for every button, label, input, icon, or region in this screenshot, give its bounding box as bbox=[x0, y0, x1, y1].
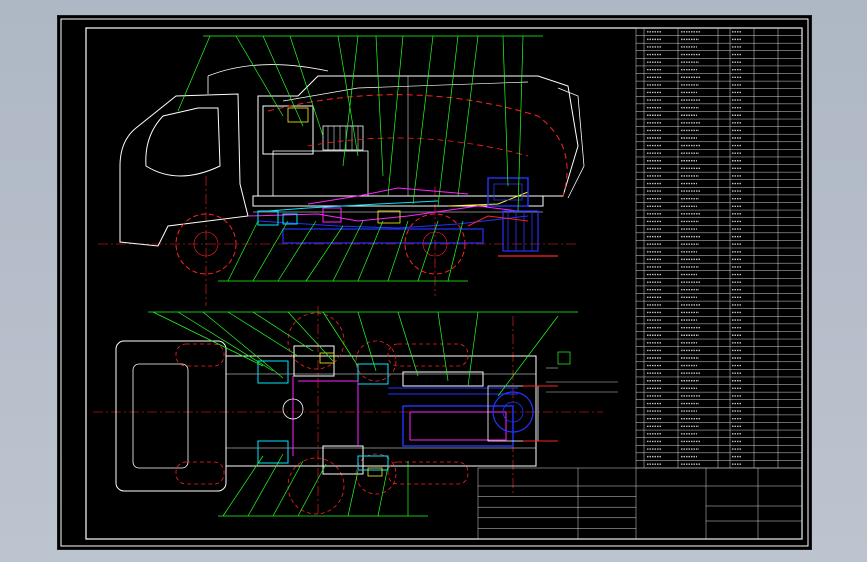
cab-window bbox=[145, 107, 221, 177]
assembly-drawing bbox=[60, 18, 809, 547]
technical-notes bbox=[546, 367, 618, 393]
title-block bbox=[477, 467, 803, 540]
side-view bbox=[98, 35, 585, 306]
plan-view bbox=[93, 306, 618, 517]
chassis bbox=[252, 195, 544, 207]
cab-plan bbox=[115, 340, 227, 492]
leader-lines-bottom bbox=[152, 311, 559, 517]
drawing-sheet bbox=[57, 15, 812, 550]
parts-list bbox=[635, 27, 803, 469]
hopper-outline bbox=[257, 75, 579, 197]
cad-viewport[interactable] bbox=[0, 0, 867, 562]
